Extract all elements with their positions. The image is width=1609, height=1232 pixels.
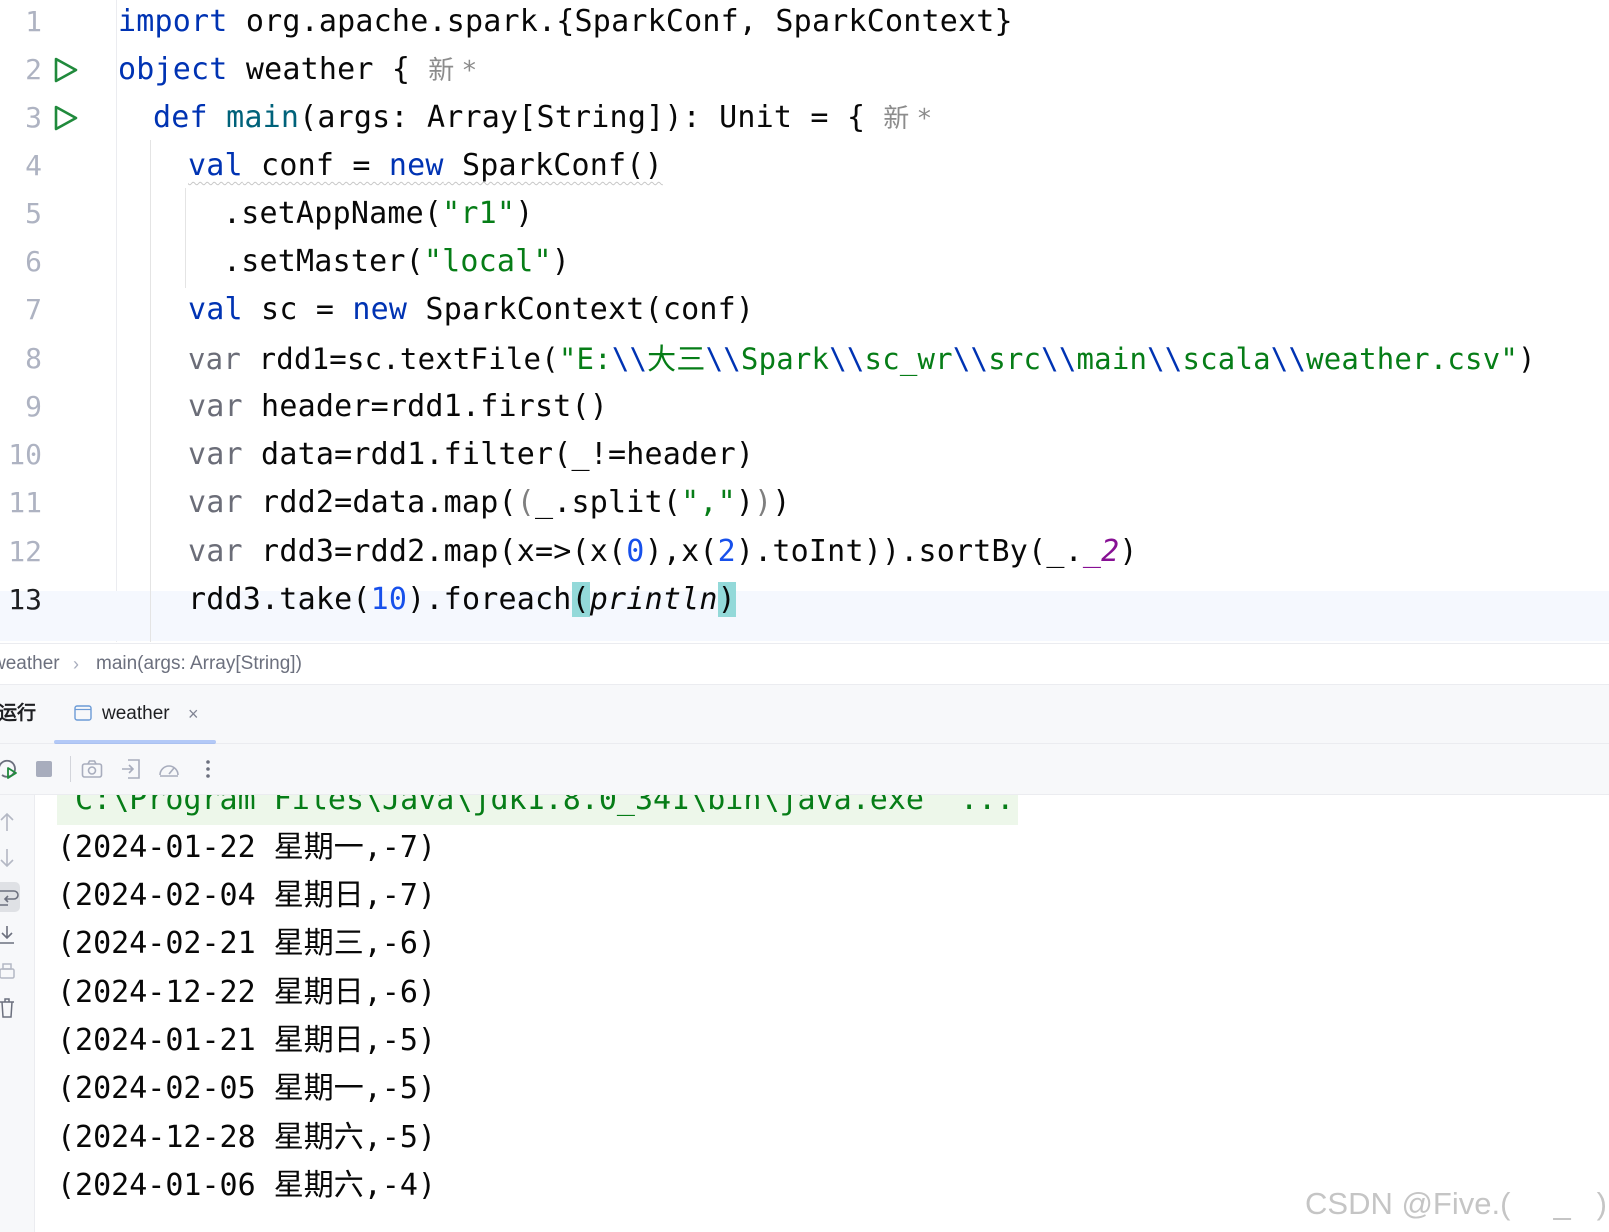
line-number: 13 — [8, 583, 42, 616]
matched-brace: ) — [717, 582, 736, 617]
code-line-12[interactable]: 12 var rdd3=rdd2.map(x=>(x(0),x(2).toInt… — [0, 527, 1609, 577]
console-output[interactable]: "C:\Program Files\Java\jdk1.8.0_341\bin\… — [35, 795, 1609, 1232]
code-line-6[interactable]: 6 .setMaster("local") — [0, 237, 1609, 287]
more-vertical-icon[interactable] — [196, 757, 220, 781]
console-output-line: (2024-01-06 星期六,-4) — [57, 1168, 436, 1203]
code-text: var rdd3=rdd2.map(x=>(x(0),x(2).toInt)).… — [188, 534, 1138, 569]
author-inlay-hint: 新 * — [883, 104, 932, 134]
code-text: import org.apache.spark.{SparkConf, Spar… — [118, 4, 1013, 39]
code-line-5[interactable]: 5 .setAppName("r1") — [0, 189, 1609, 239]
console-output-line: (2024-12-22 星期日,-6) — [57, 975, 436, 1010]
line-number: 6 — [25, 245, 42, 278]
code-line-1[interactable]: 1 import org.apache.spark.{SparkConf, Sp… — [0, 0, 1609, 47]
code-line-3[interactable]: 3 def main(args: Array[String]): Unit = … — [0, 93, 1609, 143]
console-output-line: (2024-02-04 星期日,-7) — [57, 878, 436, 913]
console-output-line: (2024-01-21 星期日,-5) — [57, 1023, 436, 1058]
exit-icon[interactable] — [119, 757, 143, 781]
code-text: object weather {新 * — [118, 52, 477, 87]
speedometer-icon[interactable] — [157, 757, 181, 781]
scroll-to-end-icon[interactable] — [0, 924, 20, 946]
arrow-down-icon[interactable] — [0, 847, 20, 869]
console-output-line: (2024-01-22 星期一,-7) — [57, 830, 436, 865]
line-number: 5 — [25, 197, 42, 230]
trash-icon[interactable] — [0, 997, 20, 1019]
matched-brace: ( — [571, 582, 590, 617]
run-tab-label: weather — [102, 703, 170, 724]
breadcrumb-item-main[interactable]: main(args: Array[String]) — [96, 644, 302, 684]
code-line-10[interactable]: 10 var data=rdd1.filter(_!=header) — [0, 430, 1609, 480]
code-text: val conf = new SparkConf() — [188, 148, 663, 183]
line-number: 2 — [25, 53, 42, 86]
csdn-watermark: CSDN @Five.( _ ) — [1305, 1186, 1607, 1221]
breadcrumb-separator: › — [73, 654, 79, 674]
breadcrumb-item-weather[interactable]: weather — [0, 644, 60, 684]
run-tool-window-title: 运行 — [0, 703, 37, 724]
code-line-11[interactable]: 11 var rdd2=data.map((_.split(","))) — [0, 478, 1609, 528]
close-icon[interactable]: × — [188, 685, 199, 743]
rerun-icon[interactable] — [0, 757, 20, 781]
arrow-up-icon[interactable] — [0, 811, 20, 833]
print-icon[interactable] — [0, 961, 20, 983]
soft-wrap-icon — [0, 890, 19, 906]
run-gutter-icon[interactable] — [51, 104, 79, 132]
code-line-8[interactable]: 8 var rdd1=sc.textFile("E:\\大三\\Spark\\s… — [0, 334, 1609, 384]
run-tab-weather[interactable]: weather × — [54, 685, 216, 744]
line-number: 4 — [25, 149, 42, 182]
run-gutter-icon[interactable] — [51, 56, 79, 84]
camera-icon[interactable] — [80, 757, 104, 781]
console-output-line: (2024-12-28 星期六,-5) — [57, 1120, 436, 1155]
console-command-line: "C:\Program Files\Java\jdk1.8.0_341\bin\… — [57, 795, 1019, 825]
code-text: def main(args: Array[String]): Unit = {新… — [153, 100, 932, 135]
window-icon — [74, 705, 92, 721]
code-text: .setMaster("local") — [223, 244, 570, 279]
code-line-9[interactable]: 9 var header=rdd1.first() — [0, 382, 1609, 432]
console-output-line: (2024-02-05 星期一,-5) — [57, 1071, 436, 1106]
code-line-4[interactable]: 4 val conf = new SparkConf() — [0, 141, 1609, 191]
line-number: 9 — [25, 390, 42, 423]
console-output-line: (2024-02-21 星期三,-6) — [57, 926, 436, 961]
toolbar-separator — [70, 756, 71, 782]
soft-wrap-toggle[interactable] — [0, 882, 20, 912]
line-number: 10 — [8, 438, 42, 471]
run-tool-window-header: 运行 weather × — [0, 685, 1609, 744]
code-text: var data=rdd1.filter(_!=header) — [188, 437, 755, 472]
code-line-13[interactable]: 13 rdd3.take(10).foreach(println) — [0, 582, 1609, 641]
code-text: val sc = new SparkContext(conf) — [188, 292, 755, 327]
code-text: rdd3.take(10).foreach(println) — [188, 582, 736, 617]
code-text: var rdd1=sc.textFile("E:\\大三\\Spark\\sc_… — [188, 342, 1536, 376]
line-number: 3 — [25, 101, 42, 134]
code-text: .setAppName("r1") — [223, 196, 534, 231]
code-editor[interactable]: 1 import org.apache.spark.{SparkConf, Sp… — [0, 0, 1609, 642]
line-number: 7 — [25, 293, 42, 326]
line-number: 8 — [25, 342, 42, 375]
code-text: var header=rdd1.first() — [188, 389, 609, 424]
line-number: 11 — [8, 486, 42, 519]
console-side-toolbar — [0, 795, 35, 1232]
line-number: 1 — [25, 5, 42, 38]
run-toolbar — [0, 744, 1609, 795]
code-line-2[interactable]: 2 object weather {新 * — [0, 45, 1609, 95]
author-inlay-hint: 新 * — [428, 56, 477, 86]
line-number: 12 — [8, 535, 42, 568]
stop-icon[interactable] — [32, 757, 56, 781]
code-text: var rdd2=data.map((_.split(","))) — [188, 485, 791, 520]
breadcrumb: weather › main(args: Array[String]) — [0, 643, 1609, 685]
code-line-7[interactable]: 7 val sc = new SparkContext(conf) — [0, 285, 1609, 335]
